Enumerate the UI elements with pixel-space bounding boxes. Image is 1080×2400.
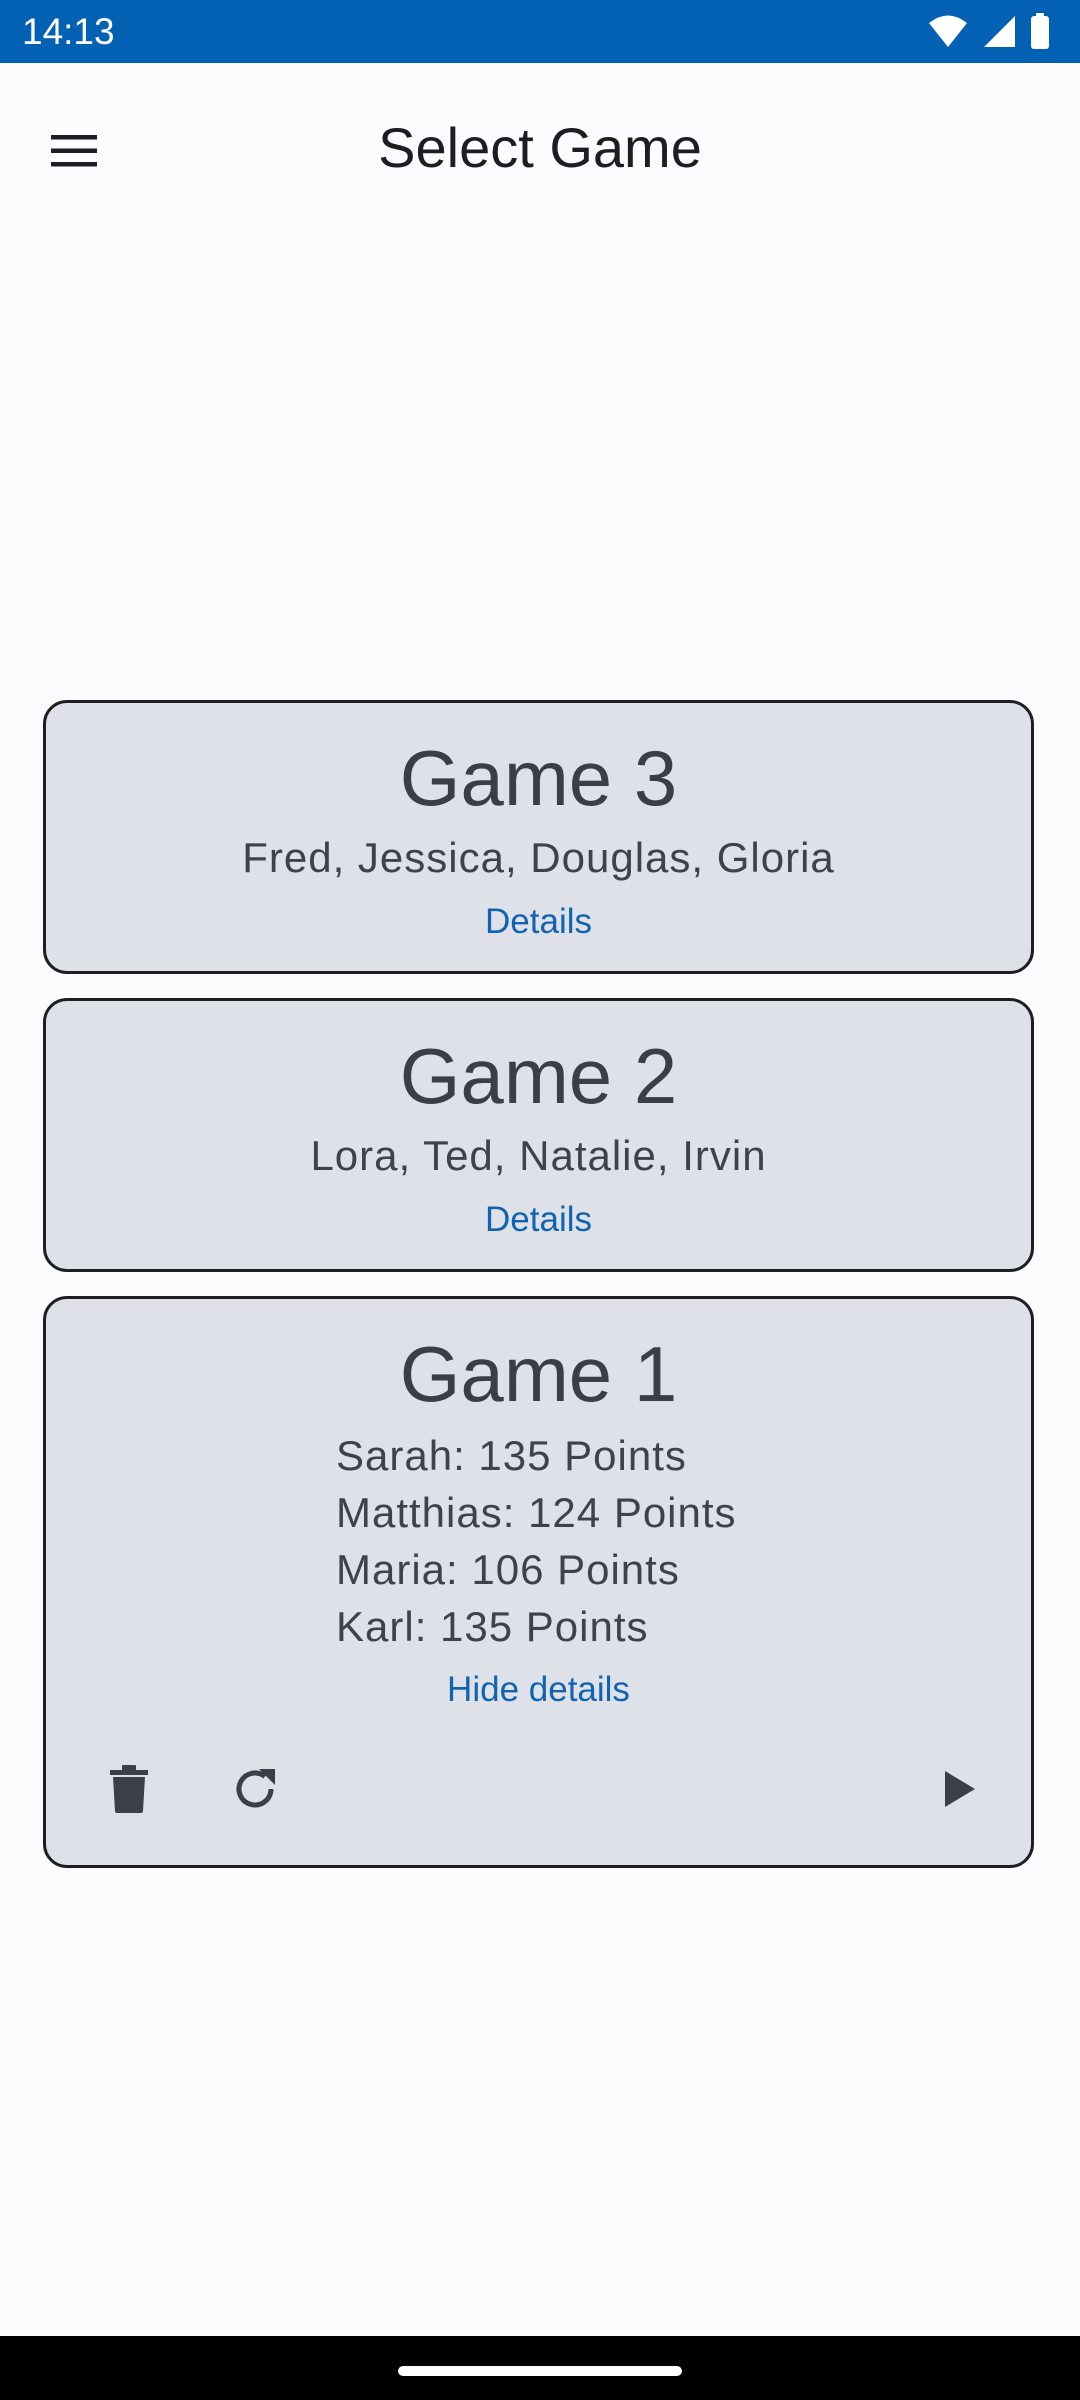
menu-icon — [49, 131, 99, 176]
page-title: Select Game — [378, 116, 702, 179]
game-card[interactable]: Game 2 Lora, Ted, Natalie, Irvin Details — [43, 998, 1034, 1272]
status-icons — [928, 13, 1050, 49]
details-link[interactable]: Details — [485, 900, 592, 944]
game-card[interactable]: Game 3 Fred, Jessica, Douglas, Gloria De… — [43, 700, 1034, 974]
menu-button[interactable] — [36, 115, 112, 191]
home-indicator[interactable] — [398, 2366, 682, 2376]
game-players: Lora, Ted, Natalie, Irvin — [310, 1132, 767, 1179]
wifi-icon — [928, 14, 968, 48]
score-list: Sarah: 135 Points Matthias: 124 Points M… — [336, 1427, 737, 1655]
delete-button[interactable] — [89, 1751, 169, 1831]
delete-icon — [109, 1764, 149, 1818]
game-title: Game 1 — [399, 1330, 678, 1418]
details-link[interactable]: Details — [485, 1198, 592, 1242]
player-score: Matthias: 124 Points — [336, 1489, 737, 1536]
status-time: 14:13 — [22, 11, 115, 52]
game-title: Game 2 — [399, 1032, 678, 1120]
player-score: Sarah: 135 Points — [336, 1432, 687, 1479]
cellular-signal-icon — [982, 14, 1016, 48]
game-card-expanded[interactable]: Game 1 Sarah: 135 Points Matthias: 124 P… — [43, 1296, 1034, 1868]
game-players: Fred, Jessica, Douglas, Gloria — [242, 834, 835, 881]
play-button[interactable] — [919, 1751, 999, 1831]
player-score: Karl: 135 Points — [336, 1603, 649, 1650]
game-title: Game 3 — [399, 734, 678, 822]
status-bar: 14:13 — [0, 0, 1080, 63]
play-icon — [941, 1769, 977, 1814]
app-bar: Select Game — [0, 63, 1080, 233]
hide-details-link[interactable]: Hide details — [447, 1668, 630, 1712]
battery-icon — [1030, 13, 1050, 49]
restart-icon — [231, 1765, 279, 1818]
restart-button[interactable] — [215, 1751, 295, 1831]
player-score: Maria: 106 Points — [336, 1546, 680, 1593]
